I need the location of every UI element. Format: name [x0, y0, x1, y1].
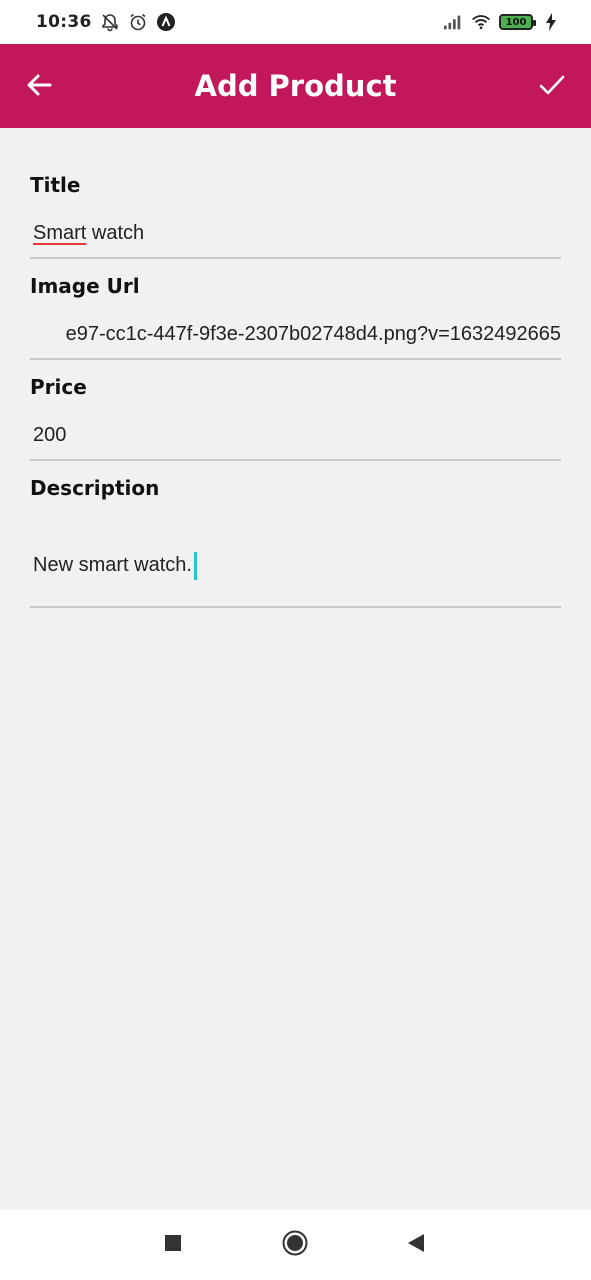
title-label: Title — [30, 173, 81, 197]
image-url-value: e97-cc1c-447f-9f3e-2307b02748d4.png?v=16… — [65, 323, 561, 345]
image-url-label: Image Url — [30, 274, 140, 298]
status-bar: 10:36 100 — [0, 0, 591, 44]
description-label: Description — [30, 476, 160, 500]
battery-icon: 100 — [499, 14, 536, 30]
back-button[interactable] — [22, 70, 56, 104]
price-value: 200 — [33, 424, 67, 446]
save-button[interactable] — [535, 70, 569, 104]
status-time: 10:36 — [36, 12, 92, 32]
check-icon — [538, 71, 566, 104]
recents-square-icon — [162, 1232, 184, 1259]
signal-icon — [443, 12, 463, 32]
home-button[interactable] — [282, 1230, 308, 1261]
charging-icon — [541, 12, 561, 32]
image-url-input[interactable]: e97-cc1c-447f-9f3e-2307b02748d4.png?v=16… — [30, 320, 561, 360]
status-left: 10:36 — [36, 12, 176, 32]
description-field-group: Description New smart watch. — [30, 476, 561, 608]
title-field-group: Title Smart watch — [30, 173, 561, 259]
page-title: Add Product — [194, 69, 397, 103]
notifications-off-icon — [100, 12, 120, 32]
description-value: New smart watch. — [33, 554, 192, 576]
recents-button[interactable] — [160, 1232, 186, 1258]
image-url-field-group: Image Url e97-cc1c-447f-9f3e-2307b02748d… — [30, 274, 561, 360]
text-cursor — [193, 551, 197, 580]
product-form: Title Smart watch Image Url e97-cc1c-447… — [30, 128, 561, 608]
app-logo-icon — [156, 12, 176, 32]
title-input[interactable]: Smart watch — [30, 219, 561, 259]
status-right: 100 — [443, 12, 561, 32]
title-value-rest: watch — [86, 222, 145, 244]
price-label: Price — [30, 375, 87, 399]
nav-back-button[interactable] — [403, 1232, 429, 1258]
back-triangle-icon — [405, 1232, 427, 1259]
wifi-icon — [471, 12, 491, 32]
price-field-group: Price 200 — [30, 375, 561, 461]
app-bar: Add Product — [0, 44, 591, 128]
alarm-icon — [128, 12, 148, 32]
title-value-misspelled: Smart — [33, 222, 87, 244]
system-nav-bar — [0, 1210, 591, 1280]
description-input[interactable]: New smart watch. — [30, 538, 561, 608]
price-input[interactable]: 200 — [30, 421, 561, 461]
home-circle-icon — [282, 1230, 308, 1261]
arrow-back-icon — [25, 71, 53, 104]
